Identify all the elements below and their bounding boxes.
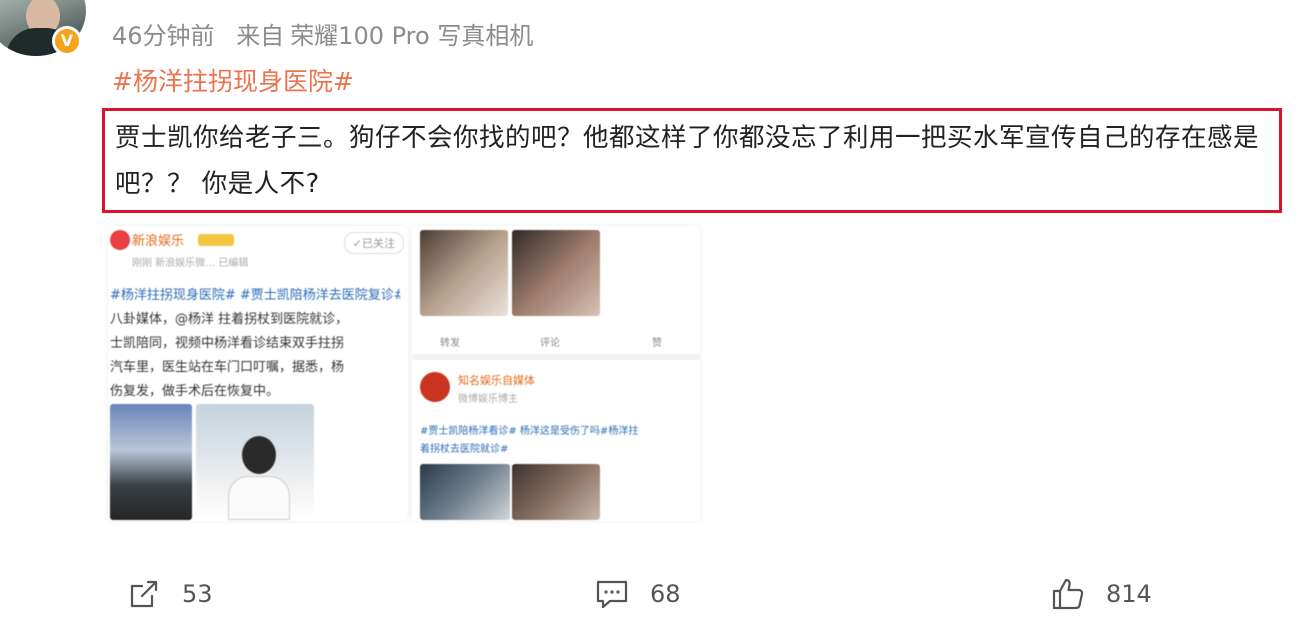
embedded-action-label: 赞: [652, 338, 662, 349]
photo-thumbnail: [420, 230, 508, 316]
photo-thumbnail: [512, 230, 600, 316]
embedded-action-label: 评论: [540, 338, 560, 349]
embedded-line: 着拐杖去医院就诊#: [420, 444, 509, 455]
post-source-prefix: 来自: [236, 22, 285, 50]
photo-thumbnail: [420, 464, 510, 520]
embedded-line: #贾士凯陪杨洋看诊# 杨洋这是受伤了吗#杨洋拄: [420, 426, 639, 437]
embedded-line: 汽车里，医生站在车门口叮嘱，据悉，杨: [110, 360, 345, 375]
verified-icon: V: [52, 26, 82, 56]
embedded-line: 八卦媒体，@杨洋 拄着拐杖到医院就诊，: [110, 312, 349, 327]
embedded-action-bar: 转发 评论 赞: [412, 328, 700, 352]
like-button[interactable]: 814: [1050, 572, 1152, 616]
person-silhouette: [228, 476, 290, 520]
comment-button[interactable]: 68: [594, 572, 681, 616]
vip-badge-icon: [198, 234, 234, 246]
embedded-account-name: 新浪娱乐: [132, 234, 185, 249]
follow-button: ✓已关注: [343, 232, 404, 254]
comment-icon: [596, 580, 628, 609]
photo-thumbnail: [512, 464, 600, 520]
embedded-image-left[interactable]: 新浪娱乐 ✓已关注 刚刚 新浪娱乐微… 已编辑 #杨洋拄拐现身医院# #贾士凯陪…: [108, 226, 408, 521]
person-silhouette: [242, 436, 276, 474]
post-text: 贾士凯你给老子三。狗仔不会你找的吧？他都这样了你都没忘了利用一把买水军宣传自己的…: [115, 123, 1260, 199]
embedded-line: #杨洋拄拐现身医院# #贾士凯陪杨洋去医院复诊#: [110, 288, 400, 303]
embedded-account-name: 知名娱乐自媒体: [458, 374, 535, 387]
embedded-image-right[interactable]: 转发 评论 赞 知名娱乐自媒体 微博娱乐博主 #贾士凯陪杨洋看诊# 杨洋这是受伤…: [412, 226, 700, 521]
embedded-line: 士凯陪同，视频中杨洋看诊结束双手拄拐: [110, 336, 345, 351]
embedded-line: 伤复发，做手术后在恢复中。: [110, 384, 280, 399]
divider: [412, 354, 700, 360]
share-count: 53: [182, 580, 213, 608]
embedded-text: #杨洋拄拐现身医院# #贾士凯陪杨洋去医院复诊# 八卦媒体，@杨洋 拄着拐杖到医…: [110, 284, 400, 404]
post-device[interactable]: 荣耀100 Pro 写真相机: [290, 22, 533, 50]
like-count: 814: [1106, 580, 1152, 608]
account-logo-icon: [420, 372, 450, 402]
embedded-action-label: 转发: [440, 338, 460, 349]
post-hashtag[interactable]: #杨洋拄拐现身医院#: [112, 62, 354, 98]
share-icon: [130, 580, 158, 608]
like-icon: [1052, 578, 1084, 610]
post-time: 46分钟前: [112, 22, 215, 50]
comment-count: 68: [650, 580, 681, 608]
highlight-box: 贾士凯你给老子三。狗仔不会你找的吧？他都这样了你都没忘了利用一把买水军宣传自己的…: [102, 108, 1282, 213]
embedded-sub-meta: 刚刚 新浪娱乐微… 已编辑: [132, 258, 249, 269]
embedded-sub-meta: 微博娱乐博主: [458, 394, 518, 405]
sina-logo-icon: [110, 230, 130, 250]
photo-thumbnail: [110, 404, 192, 520]
post-meta: 46分钟前 来自 荣耀100 Pro 写真相机: [112, 16, 547, 51]
share-button[interactable]: 53: [126, 572, 213, 616]
